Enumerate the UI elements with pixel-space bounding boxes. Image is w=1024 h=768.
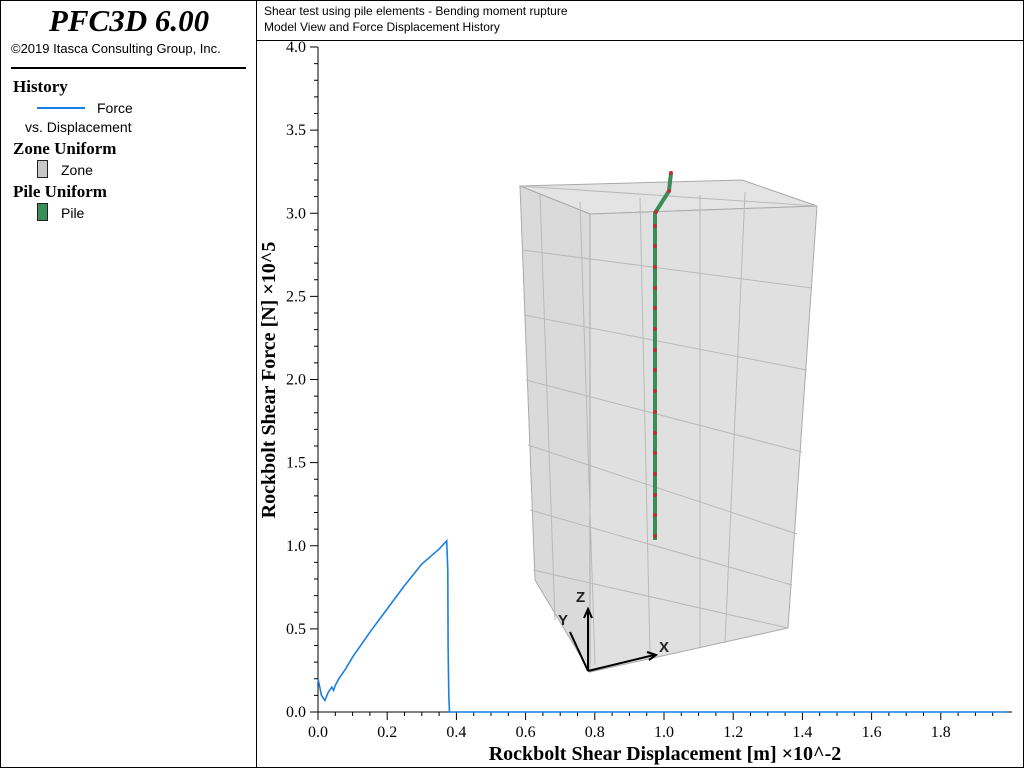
- x-tick-label: 1.6: [862, 724, 882, 741]
- y-tick-label: 2.5: [286, 288, 306, 305]
- x-tick-label: 0.0: [308, 724, 328, 741]
- x-tick-label: 1.2: [723, 724, 743, 741]
- x-tick-label: 1.4: [792, 724, 812, 741]
- x-axis-title: Rockbolt Shear Displacement [m] ×10^-2: [489, 743, 842, 765]
- x-tick-label: 1.0: [654, 724, 674, 741]
- triad-y-label: Y: [558, 612, 568, 629]
- y-tick-label: 2.0: [286, 372, 306, 389]
- x-tick-label: 1.8: [931, 724, 951, 741]
- x-tick-label: 0.8: [585, 724, 605, 741]
- y-tick-label: 4.0: [286, 39, 306, 56]
- y-tick-label: 0.0: [286, 704, 306, 721]
- model-view: Z Y X: [519, 171, 818, 674]
- y-tick-label: 3.5: [286, 122, 306, 139]
- x-tick-label: 0.6: [516, 724, 536, 741]
- x-tick-label: 0.4: [446, 724, 466, 741]
- triad-z-label: Z: [576, 589, 585, 606]
- y-tick-label: 1.0: [286, 538, 306, 555]
- triad-x-label: X: [659, 639, 669, 656]
- y-axis-title: Rockbolt Shear Force [N] ×10^5: [258, 242, 280, 519]
- chart: Z Y X 0.0 0.5 1.0 1.5 2.0 2.5 3.0 3.5 4.0 0.0 0.2 0…: [258, 39, 1012, 765]
- y-tick-label: 0.5: [286, 621, 306, 638]
- y-tick-label: 1.5: [286, 455, 306, 472]
- y-tick-label: 3.0: [286, 205, 306, 222]
- x-tick-label: 0.2: [377, 724, 397, 741]
- zone-front-face: [589, 205, 818, 673]
